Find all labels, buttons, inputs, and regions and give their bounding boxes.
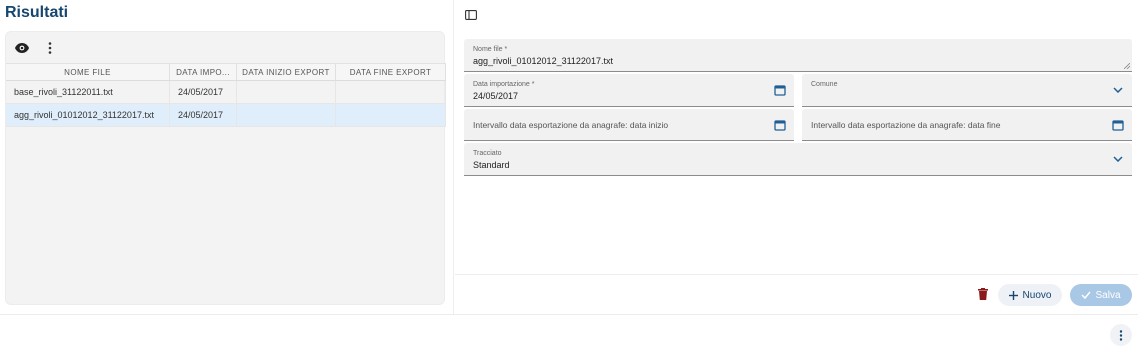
data-fine-placeholder: Intervallo data esportazione da anagrafe… [811,119,1001,130]
eye-icon[interactable] [14,40,30,56]
data-fine-field[interactable]: Intervallo data esportazione da anagrafe… [802,109,1132,141]
data-inizio-placeholder: Intervallo data esportazione da anagrafe… [473,119,669,130]
comune-label: Comune [811,81,838,88]
grid-body: base_rivoli_31122011.txt 24/05/2017 agg_… [6,81,446,127]
cell-data-inizio [237,104,336,126]
cell-nome-file: base_rivoli_31122011.txt [6,81,170,103]
results-section: Risultati NOME FILE DATA IMPO... DATA IN… [0,0,452,314]
more-actions-button[interactable] [1110,324,1132,346]
tracciato-value: Standard [473,160,510,170]
calendar-icon[interactable] [774,119,786,131]
cell-data-importazione: 24/05/2017 [170,81,237,103]
tracciato-select[interactable]: Tracciato Standard [464,143,1132,176]
table-row-selected[interactable]: agg_rivoli_01012012_31122017.txt 24/05/2… [6,104,446,127]
column-header-data-importazione[interactable]: DATA IMPO... [170,64,237,80]
nome-file-label: Nome file * [473,46,508,53]
delete-button[interactable] [976,285,990,303]
calendar-icon[interactable] [774,84,786,96]
cell-data-fine [336,81,446,103]
cell-data-fine [336,104,446,126]
nuovo-button[interactable]: Nuovo [998,284,1062,306]
salva-button[interactable]: Salva [1070,284,1132,306]
data-inizio-field[interactable]: Intervallo data esportazione da anagrafe… [464,109,794,141]
table-row[interactable]: base_rivoli_31122011.txt 24/05/2017 [6,81,446,104]
data-importazione-value: 24/05/2017 [473,91,519,101]
comune-select[interactable]: Comune [802,74,1132,107]
more-vert-icon [1119,329,1123,341]
column-header-data-fine-export[interactable]: DATA FINE EXPORT [336,64,446,80]
chevron-down-icon[interactable] [1112,153,1124,165]
nome-file-field[interactable]: Nome file * agg_rivoli_01012012_31122017… [464,39,1132,72]
tracciato-label: Tracciato [473,150,502,157]
nuovo-label: Nuovo [1022,289,1052,301]
column-header-data-inizio-export[interactable]: DATA INIZIO EXPORT [237,64,336,80]
chevron-down-icon[interactable] [1112,84,1124,96]
column-header-nome-file[interactable]: NOME FILE [6,64,170,80]
nome-file-value: agg_rivoli_01012012_31122017.txt [473,56,613,66]
more-vert-icon[interactable] [42,40,58,56]
cell-data-importazione: 24/05/2017 [170,104,237,126]
calendar-icon[interactable] [1112,119,1124,131]
vertical-divider [453,0,454,314]
cell-nome-file: agg_rivoli_01012012_31122017.txt [6,104,170,126]
trash-icon [978,288,988,300]
data-importazione-label: Data importazione * [473,81,535,88]
grid-toolbar [14,39,58,57]
page-title: Risultati [5,4,69,21]
resize-handle-icon[interactable] [1124,63,1130,69]
data-importazione-field[interactable]: Data importazione * 24/05/2017 [464,74,794,107]
footer-divider [0,314,1138,315]
cell-data-inizio [237,81,336,103]
sidebar-panel-icon[interactable] [465,7,477,20]
results-panel: NOME FILE DATA IMPO... DATA INIZIO EXPOR… [5,31,446,305]
check-icon [1081,291,1092,299]
salva-label: Salva [1095,289,1121,301]
plus-icon [1008,290,1018,300]
grid-header: NOME FILE DATA IMPO... DATA INIZIO EXPOR… [6,63,446,81]
